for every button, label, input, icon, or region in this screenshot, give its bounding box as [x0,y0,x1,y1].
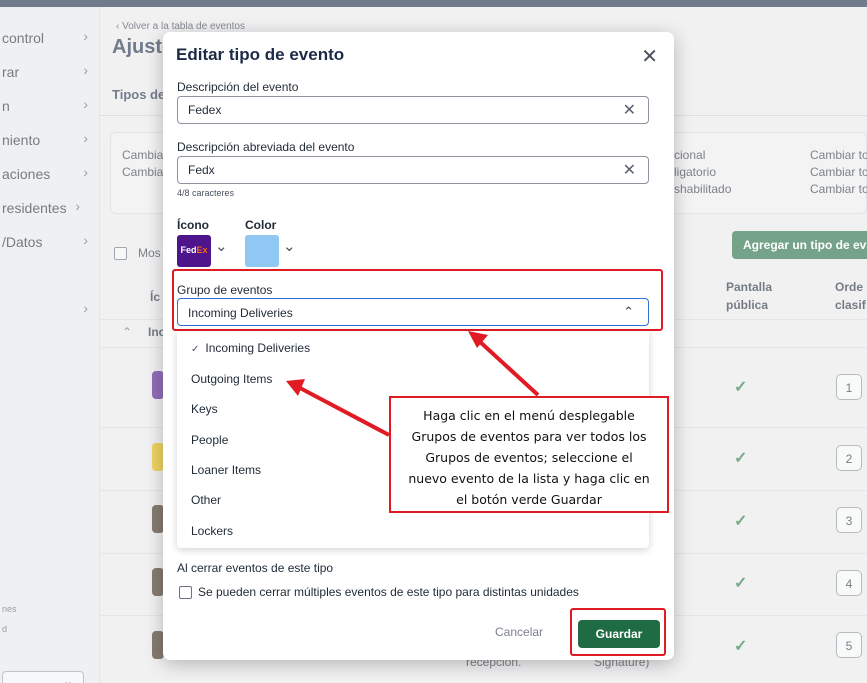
multi-close-checkbox[interactable] [179,586,192,599]
menu-item-keys[interactable]: Keys [191,402,218,416]
description-input[interactable]: Fedex ✕ [177,96,649,124]
fedex-logo-text: Fed [180,245,197,255]
callout-line: el botón verde Guardar [456,492,602,507]
event-group-value: Incoming Deliveries [188,306,293,320]
menu-item-people[interactable]: People [191,433,228,447]
callout-line: Haga clic en el menú desplegable [423,408,635,423]
edit-event-type-dialog: Editar tipo de evento ✕ Descripción del … [163,32,674,660]
menu-item-outgoing-items[interactable]: Outgoing Items [191,372,272,386]
menu-item-incoming-deliveries[interactable]: ✓ Incoming Deliveries [191,341,310,355]
menu-item-label: Incoming Deliveries [205,341,311,355]
menu-item-label: Lockers [191,524,234,538]
color-label: Color [245,218,277,232]
event-group-label: Grupo de eventos [177,283,273,297]
menu-item-other[interactable]: Other [191,493,221,507]
menu-item-loaner-items[interactable]: Loaner Items [191,463,261,477]
dialog-title: Editar tipo de evento [176,45,345,64]
menu-item-label: Outgoing Items [191,372,273,386]
clear-icon[interactable]: ✕ [623,160,636,180]
color-swatch[interactable] [245,235,279,267]
short-description-value: Fedx [188,163,215,177]
menu-item-label: Loaner Items [191,463,262,477]
fedex-logo-icon[interactable]: FedEx [177,235,211,267]
callout-line: nuevo evento de la lista y haga clic en [408,471,650,486]
short-description-input[interactable]: Fedx ✕ [177,156,649,184]
cancel-button[interactable]: Cancelar [495,625,543,639]
close-section-label: Al cerrar eventos de este tipo [177,561,334,575]
menu-item-label: People [191,433,229,447]
check-icon: ✓ [191,344,200,355]
chevron-down-icon[interactable]: ⌄ [283,237,296,255]
event-group-select[interactable]: Incoming Deliveries ⌃ [177,298,649,326]
fedex-logo-text: Ex [196,245,208,255]
description-label: Descripción del evento [177,80,299,94]
char-count: 4/8 caracteres [177,188,235,198]
menu-item-label: Other [191,493,222,507]
callout-line: Grupos de eventos; seleccione el [425,450,633,465]
chevron-up-icon: ⌃ [623,304,634,319]
multi-close-checkbox-label: Se pueden cerrar múltiples eventos de es… [198,585,579,599]
description-value: Fedex [188,103,222,117]
menu-item-lockers[interactable]: Lockers [191,524,233,538]
short-description-label: Descripción abreviada del evento [177,140,355,154]
close-icon[interactable]: ✕ [641,44,658,69]
save-button[interactable]: Guardar [578,620,660,648]
callout-line: Grupos de eventos para ver todos los [411,429,647,444]
annotation-callout: Haga clic en el menú desplegable Grupos … [389,396,669,513]
clear-icon[interactable]: ✕ [623,100,636,120]
menu-item-label: Keys [191,402,218,416]
icon-label: Ícono [177,218,209,232]
chevron-down-icon[interactable]: ⌄ [215,237,228,255]
